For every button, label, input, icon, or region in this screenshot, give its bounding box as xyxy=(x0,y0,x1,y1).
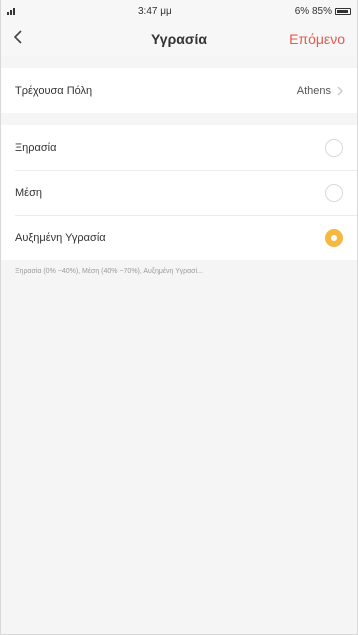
current-city-label: Τρέχουσα Πόλη xyxy=(15,84,93,97)
humidity-option-dry[interactable]: Ξηρασία xyxy=(1,125,357,170)
radio-button[interactable] xyxy=(325,138,343,157)
battery-text: 6% 85% xyxy=(294,5,332,17)
humidity-option-medium[interactable]: Μέση xyxy=(1,170,357,215)
city-group: Τρέχουσα Πόλη Athens xyxy=(1,68,357,113)
status-time: 3:47 μμ xyxy=(137,5,172,17)
battery-icon xyxy=(334,7,351,15)
nav-bar: Υγρασία Επόμενο xyxy=(1,22,357,56)
humidity-range-hint: Ξηρασία (0% ~40%), Μέση (40% ~70%), Αυξη… xyxy=(15,268,203,275)
chevron-right-icon xyxy=(337,86,343,96)
status-right: 6% 85% xyxy=(295,6,351,17)
radio-button-selected[interactable] xyxy=(325,228,343,247)
humidity-option-label: Ξηρασία xyxy=(15,141,57,154)
humidity-option-label: Μέση xyxy=(15,186,42,199)
status-bar: 3:47 μμ 6% 85% xyxy=(1,0,357,22)
current-city-value: Athens xyxy=(296,84,331,97)
chevron-left-icon xyxy=(13,29,23,49)
signal-icon xyxy=(7,7,15,15)
next-button[interactable]: Επόμενο xyxy=(289,31,345,47)
humidity-options-group: Ξηρασία Μέση Αυξημένη Υγρασία xyxy=(1,125,357,260)
current-city-row[interactable]: Τρέχουσα Πόλη Athens xyxy=(1,68,357,113)
back-button[interactable] xyxy=(13,27,37,51)
radio-button[interactable] xyxy=(325,183,343,202)
app-screen: 3:47 μμ 6% 85% Υγρασία Επόμενο Τρέχουσα … xyxy=(0,0,358,635)
humidity-option-label: Αυξημένη Υγρασία xyxy=(15,231,106,244)
humidity-option-high[interactable]: Αυξημένη Υγρασία xyxy=(1,215,357,260)
current-city-value-wrap: Athens xyxy=(297,85,343,97)
